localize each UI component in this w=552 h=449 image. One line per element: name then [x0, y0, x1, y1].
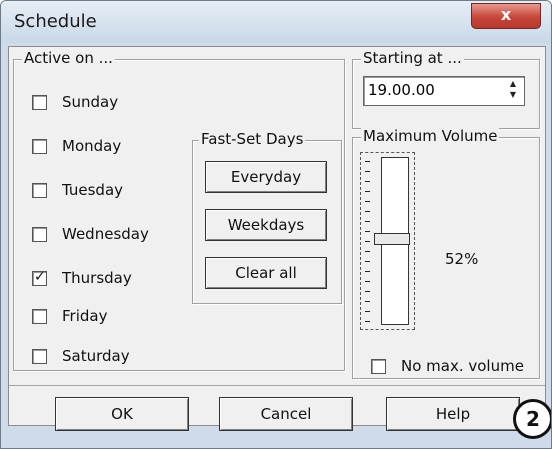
slider-tick — [365, 261, 370, 262]
weekdays-button-label: Weekdays — [227, 216, 305, 234]
no-max-volume-label: No max. volume — [401, 357, 524, 375]
checkbox-box[interactable] — [32, 95, 47, 110]
slider-tick — [365, 321, 370, 322]
slider-tick — [365, 281, 370, 282]
slider-ticks — [365, 161, 371, 322]
slider-tick — [365, 291, 370, 292]
time-spinner[interactable]: ▲ ▼ — [504, 79, 522, 101]
slider-tick — [365, 241, 370, 242]
slider-thumb[interactable] — [374, 233, 410, 245]
slider-tick — [365, 161, 370, 162]
active-on-group: Active on ... Sunday Monday Tuesday Wedn… — [13, 49, 345, 371]
spin-down-icon[interactable]: ▼ — [504, 90, 522, 100]
maximum-volume-group: Maximum Volume 52% No max. volume — [352, 127, 540, 379]
help-button-label: Help — [435, 405, 471, 423]
close-button[interactable]: x — [471, 3, 541, 29]
fast-set-days-group: Fast-Set Days Everyday Weekdays Clear al… — [192, 130, 342, 304]
help-button[interactable]: Help — [386, 397, 520, 431]
slider-tick — [365, 271, 370, 272]
weekdays-button[interactable]: Weekdays — [205, 209, 327, 241]
checkbox-label: Wednesday — [62, 225, 149, 243]
ok-button[interactable]: OK — [55, 397, 189, 431]
slider-tick — [365, 211, 370, 212]
everyday-button[interactable]: Everyday — [205, 161, 327, 193]
spin-up-icon[interactable]: ▲ — [504, 79, 522, 89]
ok-button-label: OK — [111, 405, 133, 423]
checkbox-label: Thursday — [62, 269, 132, 287]
checkbox-box[interactable]: ✓ — [32, 269, 47, 286]
checkbox-box[interactable] — [371, 359, 386, 374]
checkbox-box[interactable] — [32, 227, 47, 242]
slider-track[interactable] — [374, 157, 410, 325]
start-time-field[interactable]: ▲ ▼ — [363, 76, 525, 106]
checkbox-box[interactable] — [32, 309, 47, 324]
clear-all-button-label: Clear all — [235, 264, 297, 282]
window-title: Schedule — [14, 11, 97, 32]
checkbox-label: Sunday — [62, 93, 119, 111]
checkbox-label: Tuesday — [62, 181, 124, 199]
maximum-volume-label: Maximum Volume — [361, 127, 500, 145]
slider-tick — [365, 181, 370, 182]
active-on-label: Active on ... — [22, 49, 115, 67]
slider-tick — [365, 221, 370, 222]
checkbox-label: Monday — [62, 137, 122, 155]
cancel-button[interactable]: Cancel — [219, 397, 353, 431]
slider-tick — [365, 171, 370, 172]
starting-at-group: Starting at ... ▲ ▼ — [352, 49, 540, 129]
starting-at-label: Starting at ... — [361, 49, 464, 67]
checkbox-label: Saturday — [62, 347, 130, 365]
check-icon: ✓ — [34, 269, 46, 285]
slider-tick — [365, 301, 370, 302]
everyday-button-label: Everyday — [230, 168, 302, 186]
slider-tick — [365, 251, 370, 252]
dialog-client-area: Active on ... Sunday Monday Tuesday Wedn… — [8, 46, 546, 431]
step-number-badge: 2 — [513, 399, 551, 439]
fast-set-days-label: Fast-Set Days — [199, 130, 306, 148]
slider-tick — [365, 191, 370, 192]
checkbox-box[interactable] — [32, 183, 47, 198]
slider-tick — [365, 201, 370, 202]
close-icon: x — [500, 5, 512, 24]
start-time-input[interactable] — [368, 80, 498, 100]
checkbox-label: Friday — [62, 307, 108, 325]
cancel-button-label: Cancel — [260, 405, 312, 423]
checkbox-box[interactable] — [32, 349, 47, 364]
volume-slider[interactable] — [360, 152, 415, 330]
slider-tick — [365, 231, 370, 232]
volume-percent: 52% — [445, 250, 479, 268]
slider-tick — [365, 311, 370, 312]
divider — [9, 385, 545, 386]
schedule-dialog: Schedule x Active on ... Sunday Monday T… — [0, 0, 552, 449]
clear-all-button[interactable]: Clear all — [205, 257, 327, 289]
title-bar: Schedule x — [1, 1, 551, 43]
checkbox-box[interactable] — [32, 139, 47, 154]
